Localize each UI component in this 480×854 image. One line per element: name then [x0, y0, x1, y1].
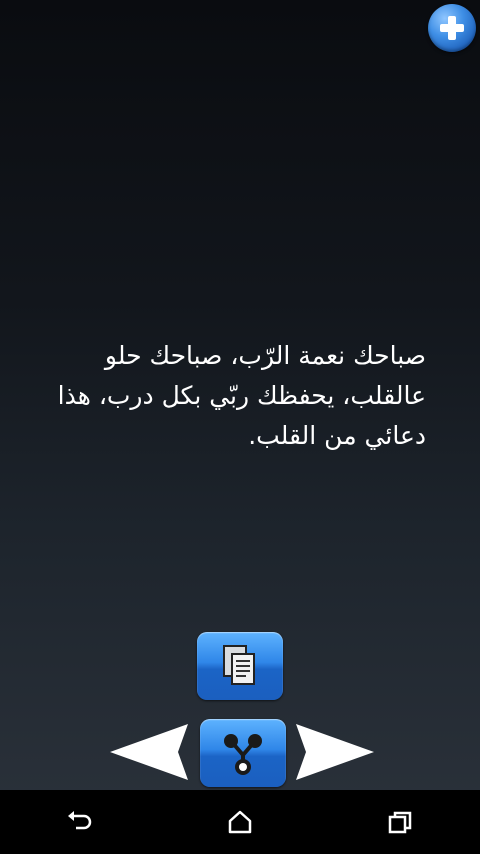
previous-button[interactable]	[106, 720, 192, 784]
copy-button[interactable]	[197, 632, 283, 700]
recent-apps-icon	[388, 811, 412, 834]
home-button[interactable]	[210, 798, 270, 846]
share-button[interactable]	[200, 719, 286, 787]
back-button[interactable]	[50, 798, 110, 846]
arrow-right-icon	[296, 724, 374, 780]
add-button[interactable]	[428, 4, 476, 52]
system-navigation-bar	[0, 790, 480, 854]
share-icon	[224, 734, 262, 775]
quote-text: صباحك نعمة الرّب، صباحك حلو عالقلب، يحفظ…	[57, 341, 426, 450]
next-button[interactable]	[292, 720, 378, 784]
back-icon	[68, 811, 92, 830]
recent-apps-button[interactable]	[370, 798, 430, 846]
plus-icon	[440, 16, 464, 40]
home-icon	[228, 810, 252, 834]
arrow-left-icon	[110, 724, 188, 780]
copy-documents-icon	[223, 645, 255, 685]
